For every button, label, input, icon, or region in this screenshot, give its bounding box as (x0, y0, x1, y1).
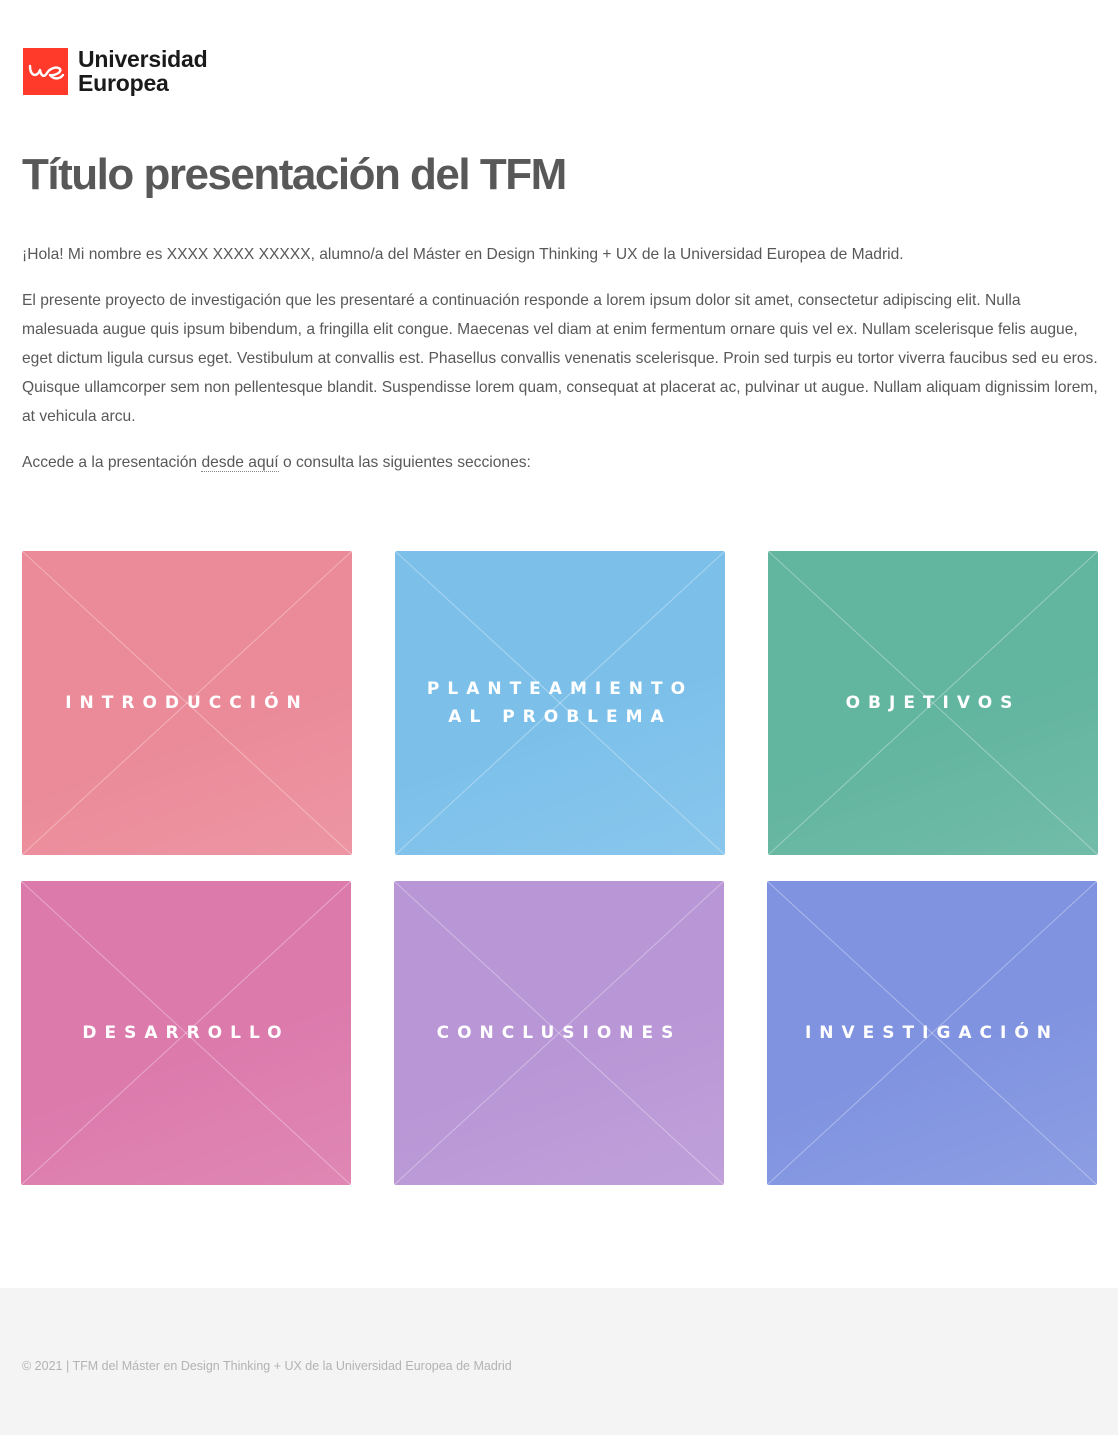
brand-line-2: Europea (78, 70, 169, 96)
brand-line-1: Universidad (78, 46, 208, 72)
brand-wordmark[interactable]: Universidad Europea (78, 46, 208, 96)
presentation-link[interactable]: desde aquí (201, 454, 279, 472)
description-paragraph: El presente proyecto de investigación qu… (22, 292, 1098, 425)
site-header: Universidad Europea (23, 46, 208, 96)
tile-planteamiento[interactable]: PLANTEAMIENTO AL PROBLEMA (395, 551, 725, 855)
tile-investigacion[interactable]: INVESTIGACIÓN (767, 881, 1097, 1185)
access-paragraph: Accede a la presentación desde aquí o co… (22, 448, 1100, 477)
access-text-after: o consulta las siguientes secciones: (278, 454, 531, 471)
ue-monogram-icon (28, 64, 64, 80)
access-text-before: Accede a la presentación (22, 454, 202, 471)
tile-label: INTRODUCCIÓN (65, 693, 309, 713)
ue-logo-icon[interactable] (23, 47, 68, 95)
tile-label: CONCLUSIONES (436, 1023, 682, 1043)
site-footer: © 2021 | TFM del Máster en Design Thinki… (0, 1288, 1118, 1435)
greeting-paragraph: ¡Hola! Mi nombre es XXXX XXXX XXXXX, alu… (22, 246, 904, 263)
intro-section: ¡Hola! Mi nombre es XXXX XXXX XXXXX, alu… (22, 240, 1100, 494)
tile-label: INVESTIGACIÓN (804, 1023, 1060, 1043)
tile-label: DESARROLLO (82, 1023, 290, 1043)
tile-label: PLANTEAMIENTO AL PROBLEMA (426, 679, 694, 727)
page-title: Título presentación del TFM (22, 150, 567, 199)
tile-label: OBJETIVOS (845, 693, 1021, 713)
footer-copyright: © 2021 | TFM del Máster en Design Thinki… (22, 1359, 512, 1373)
tile-objetivos[interactable]: OBJETIVOS (768, 551, 1098, 855)
tile-introduccion[interactable]: INTRODUCCIÓN (22, 551, 352, 855)
tile-desarrollo[interactable]: DESARROLLO (21, 881, 351, 1185)
tile-conclusiones[interactable]: CONCLUSIONES (394, 881, 724, 1185)
